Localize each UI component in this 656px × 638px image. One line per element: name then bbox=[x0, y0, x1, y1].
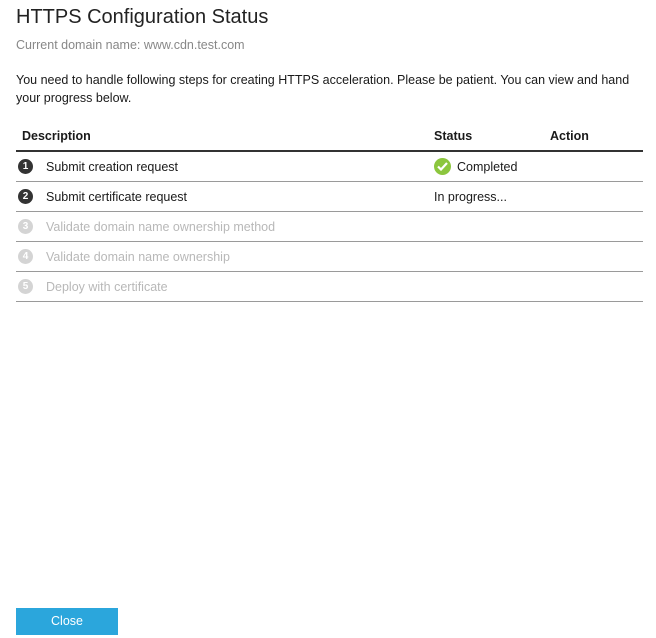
step-status: Completed bbox=[457, 160, 518, 174]
step-description: Submit certificate request bbox=[46, 190, 188, 204]
table-row: 5 Deploy with certificate bbox=[16, 272, 643, 302]
step-number-badge: 5 bbox=[18, 279, 33, 294]
table-row: 4 Validate domain name ownership bbox=[16, 242, 643, 272]
dialog-title: HTTPS Configuration Status bbox=[16, 6, 269, 28]
header-action: Action bbox=[550, 129, 589, 143]
step-description: Deploy with certificate bbox=[46, 280, 168, 294]
step-number-badge: 4 bbox=[18, 249, 33, 264]
intro-line-2: your progress below. bbox=[16, 91, 132, 105]
check-circle-icon bbox=[434, 158, 451, 175]
step-number-badge: 3 bbox=[18, 219, 33, 234]
header-status: Status bbox=[434, 129, 473, 143]
intro-line-1: You need to handle following steps for c… bbox=[16, 73, 630, 87]
current-domain-text: Current domain name: www.cdn.test.com bbox=[16, 38, 245, 52]
step-description: Validate domain name ownership bbox=[46, 250, 230, 264]
table-row: 3 Validate domain name ownership method bbox=[16, 212, 643, 242]
step-description: Validate domain name ownership method bbox=[46, 220, 276, 234]
table-row: 1 Submit creation request Completed bbox=[16, 152, 643, 182]
step-status: In progress... bbox=[434, 190, 507, 204]
step-description: Submit creation request bbox=[46, 160, 179, 174]
table-row: 2 Submit certificate request In progress… bbox=[16, 182, 643, 212]
table-header: Description Status Action bbox=[16, 122, 643, 152]
header-description: Description bbox=[22, 129, 91, 143]
intro-text: You need to handle following steps for c… bbox=[16, 71, 656, 107]
steps-table: Description Status Action 1 Submit creat… bbox=[16, 122, 643, 302]
step-number-badge: 1 bbox=[18, 159, 33, 174]
close-button[interactable]: Close bbox=[16, 608, 118, 635]
step-number-badge: 2 bbox=[18, 189, 33, 204]
